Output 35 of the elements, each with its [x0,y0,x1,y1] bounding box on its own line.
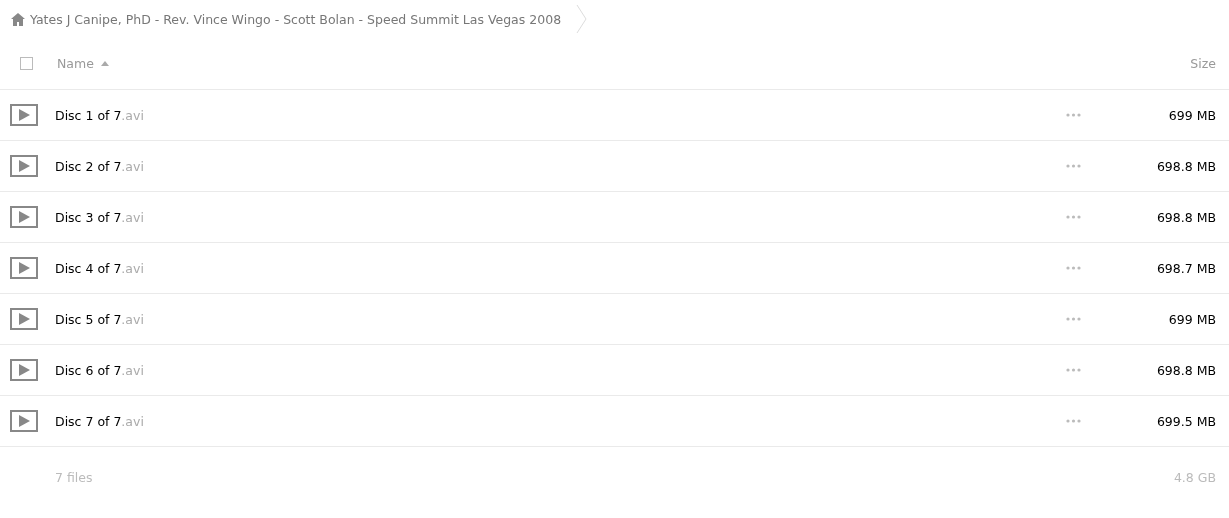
video-file-icon [10,308,38,330]
file-size: 699.5 MB [1155,413,1216,429]
video-file-icon [10,359,38,381]
file-size: 699 MB [1167,311,1216,327]
more-actions-icon[interactable] [1066,215,1081,219]
file-size: 698.8 MB [1155,158,1216,174]
file-size: 698.8 MB [1155,362,1216,378]
video-file-icon [10,206,38,228]
breadcrumb-separator-icon [576,4,589,34]
file-size: 698.8 MB [1155,209,1216,225]
file-name[interactable]: Disc 5 of 7.avi [55,311,144,327]
file-name[interactable]: Disc 1 of 7.avi [55,107,144,123]
more-actions-icon[interactable] [1066,368,1081,372]
video-file-icon [10,410,38,432]
video-file-icon [10,257,38,279]
file-size: 699 MB [1167,107,1216,123]
video-file-icon [10,155,38,177]
file-name[interactable]: Disc 3 of 7.avi [55,209,144,225]
file-size: 698.7 MB [1155,260,1216,276]
more-actions-icon[interactable] [1066,419,1081,423]
file-count: 7 files [55,469,93,485]
more-actions-icon[interactable] [1066,266,1081,270]
file-name[interactable]: Disc 6 of 7.avi [55,362,144,378]
file-name[interactable]: Disc 4 of 7.avi [55,260,144,276]
more-actions-icon[interactable] [1066,164,1081,168]
total-size: 4.8 GB [1173,469,1216,485]
file-name[interactable]: Disc 7 of 7.avi [55,413,144,429]
sort-ascending-icon [100,61,109,66]
home-icon[interactable] [11,12,25,26]
video-file-icon [10,104,38,126]
file-name[interactable]: Disc 2 of 7.avi [55,158,144,174]
more-actions-icon[interactable] [1066,113,1081,117]
breadcrumb-link[interactable]: Yates J Canipe, PhD - Rev. Vince Wingo - Scott Bolan - Speed Summit Las Vegas 2008 [30,11,562,27]
more-actions-icon[interactable] [1066,317,1081,321]
select-all-checkbox[interactable] [20,57,33,70]
